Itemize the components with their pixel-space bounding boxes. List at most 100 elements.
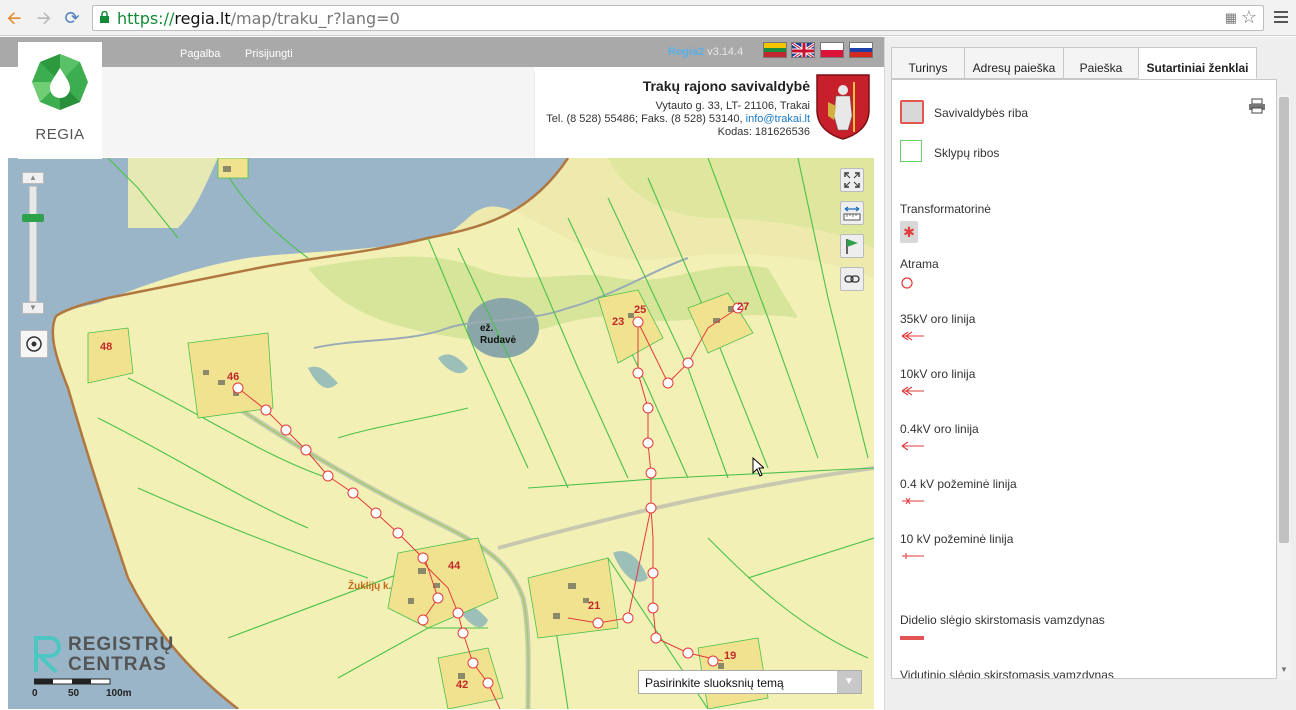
translate-icon[interactable]: ▦ <box>1225 10 1237 26</box>
chevron-down-icon[interactable]: ▼ <box>837 671 861 693</box>
mouse-cursor-icon <box>752 457 764 477</box>
link-icon <box>844 275 860 283</box>
version-label: Regia2 v3.14.4 <box>668 46 744 58</box>
line-04kv-icon <box>901 441 924 451</box>
lightning-icon: ✱ <box>900 221 918 243</box>
zoom-in-button[interactable]: ▲ <box>22 172 44 184</box>
legend-label: 35kV oro linija <box>900 312 976 326</box>
plot-number: 25 <box>634 304 646 316</box>
top-navigation-bar: Pagalba Prisijungti Regia2 v3.14.4 <box>0 37 884 67</box>
map-graphics: 48 46 23 25 27 44 21 19 42 ež. Rudavė Žu… <box>8 158 874 709</box>
logo-wordmark: REGIA <box>35 126 85 143</box>
legend-label: Atrama <box>900 257 939 271</box>
legend-label: Sklypų ribos <box>934 146 1000 160</box>
zoom-slider[interactable]: ▲ ▼ <box>20 172 46 317</box>
legend-label: 0.4kV oro linija <box>900 422 979 436</box>
browser-menu-icon[interactable] <box>1274 8 1288 26</box>
line-35kv-icon <box>901 331 924 341</box>
legend-label: 10 kV požeminė linija <box>900 532 1014 546</box>
municipality-header: Trakų rajono savivaldybė Vytauto g. 33, … <box>534 70 884 158</box>
layer-select-value: Pasirinkite sluoksnių temą <box>645 676 784 690</box>
lithuanian-flag-icon[interactable] <box>763 42 787 58</box>
plot-number: 19 <box>724 650 736 662</box>
polish-flag-icon[interactable] <box>820 42 844 58</box>
coat-of-arms-icon <box>816 74 870 140</box>
english-flag-icon[interactable] <box>791 42 815 58</box>
scale-label: 50 <box>68 688 80 699</box>
brand-line-2: CENTRAS <box>68 654 167 675</box>
municipality-address: Vytauto g. 33, LT- 21106, Trakai <box>655 100 811 112</box>
legend-label: 10kV oro linija <box>900 367 976 381</box>
legend-label: 0.4 kV požeminė linija <box>900 477 1017 491</box>
fullscreen-button[interactable] <box>840 168 864 192</box>
parcel-boundary-symbol <box>900 140 922 162</box>
municipality-contacts: Tel. (8 528) 55486; Faks. (8 528) 53140,… <box>546 113 810 125</box>
fullscreen-icon <box>844 172 860 188</box>
scrollbar-thumb[interactable] <box>1279 97 1289 543</box>
underground-04kv-icon <box>902 497 924 505</box>
side-panel: Turinys Adresų paieška Paieška Sutartini… <box>884 37 1296 710</box>
lake-label: ež. <box>480 323 494 334</box>
address-bar[interactable]: https://regia.lt/map/traku_r?lang=0 ▦ ☆ <box>92 5 1264 31</box>
high-pressure-pipe-symbol <box>900 636 924 640</box>
small-lake <box>467 298 539 358</box>
registru-centras-icon <box>34 636 61 674</box>
municipality-email-link[interactable]: info@trakai.lt <box>746 113 810 125</box>
power-poles <box>232 302 744 689</box>
login-link[interactable]: Prisijungti <box>245 48 293 60</box>
brand-line-1: REGISTRŲ <box>68 634 175 655</box>
road-east <box>497 466 874 550</box>
municipality-boundary-symbol <box>900 100 924 124</box>
legend-label: Didelio slėgio skirstomasis vamzdynas <box>900 613 1105 627</box>
measure-button[interactable] <box>840 201 864 225</box>
scale-label: 100m <box>106 688 132 699</box>
zoom-track[interactable] <box>29 186 37 302</box>
underground-10kv-icon <box>902 553 924 559</box>
scale-label: 0 <box>32 688 38 699</box>
legend-label: Vidutinio slėgio skirstomasis vamzdynas <box>900 668 1114 679</box>
regia-logo[interactable]: REGIA <box>18 42 102 159</box>
scroll-down-arrow-icon[interactable]: ▼ <box>1279 665 1289 677</box>
pole-icon <box>901 277 913 289</box>
tab-address-search[interactable]: Adresų paieška <box>964 47 1064 79</box>
layer-theme-select[interactable]: Pasirinkite sluoksnių temą ▼ <box>638 670 862 694</box>
help-link[interactable]: Pagalba <box>180 48 220 60</box>
plot-number: 21 <box>588 600 600 612</box>
back-arrow-icon[interactable]: 🡨 <box>2 6 26 30</box>
municipality-name: Trakų rajono savivaldybė <box>642 78 810 94</box>
regia-logo-icon <box>32 54 88 110</box>
zoom-handle[interactable] <box>22 214 44 222</box>
russian-flag-icon[interactable] <box>849 42 873 58</box>
plot-number: 46 <box>227 371 239 383</box>
plot-number: 44 <box>448 560 461 572</box>
plot-number: 42 <box>456 679 468 691</box>
flag-button[interactable] <box>840 234 864 258</box>
line-10kv-icon <box>901 386 924 396</box>
tab-contents[interactable]: Turinys <box>891 47 965 79</box>
print-icon[interactable] <box>1248 98 1266 114</box>
browser-toolbar: 🡨 🡪 ⟳ https://regia.lt/map/traku_r?lang=… <box>0 0 1296 36</box>
header-background <box>102 67 534 157</box>
scale-bar: 0 50 100m <box>32 678 164 699</box>
lake-label: Rudavė <box>480 335 517 346</box>
tab-search[interactable]: Paieška <box>1063 47 1139 79</box>
plot-number: 23 <box>612 316 624 328</box>
village-label: Žuklijų k. <box>348 579 392 592</box>
forward-arrow-icon[interactable]: 🡪 <box>32 6 56 30</box>
reload-icon[interactable]: ⟳ <box>60 6 84 30</box>
ruler-icon <box>843 206 861 221</box>
municipality-code: Kodas: 181626536 <box>717 126 810 138</box>
tab-legend[interactable]: Sutartiniai ženklai <box>1138 47 1257 79</box>
lock-icon <box>100 11 109 23</box>
plot-number: 27 <box>737 301 749 313</box>
link-button[interactable] <box>840 267 864 291</box>
bookmark-star-icon[interactable]: ☆ <box>1241 7 1257 28</box>
legend-list: Savivaldybės riba Sklypų ribos Transform… <box>891 79 1277 679</box>
registru-centras-logo: REGISTRŲ CENTRAS <box>32 632 182 677</box>
legend-label: Savivaldybės riba <box>934 106 1029 120</box>
flag-icon <box>846 239 858 254</box>
zoom-out-button[interactable]: ▼ <box>22 302 44 314</box>
target-icon <box>26 336 42 352</box>
map-canvas[interactable]: 48 46 23 25 27 44 21 19 42 ež. Rudavė Žu… <box>8 158 874 709</box>
locate-button[interactable] <box>20 330 48 358</box>
